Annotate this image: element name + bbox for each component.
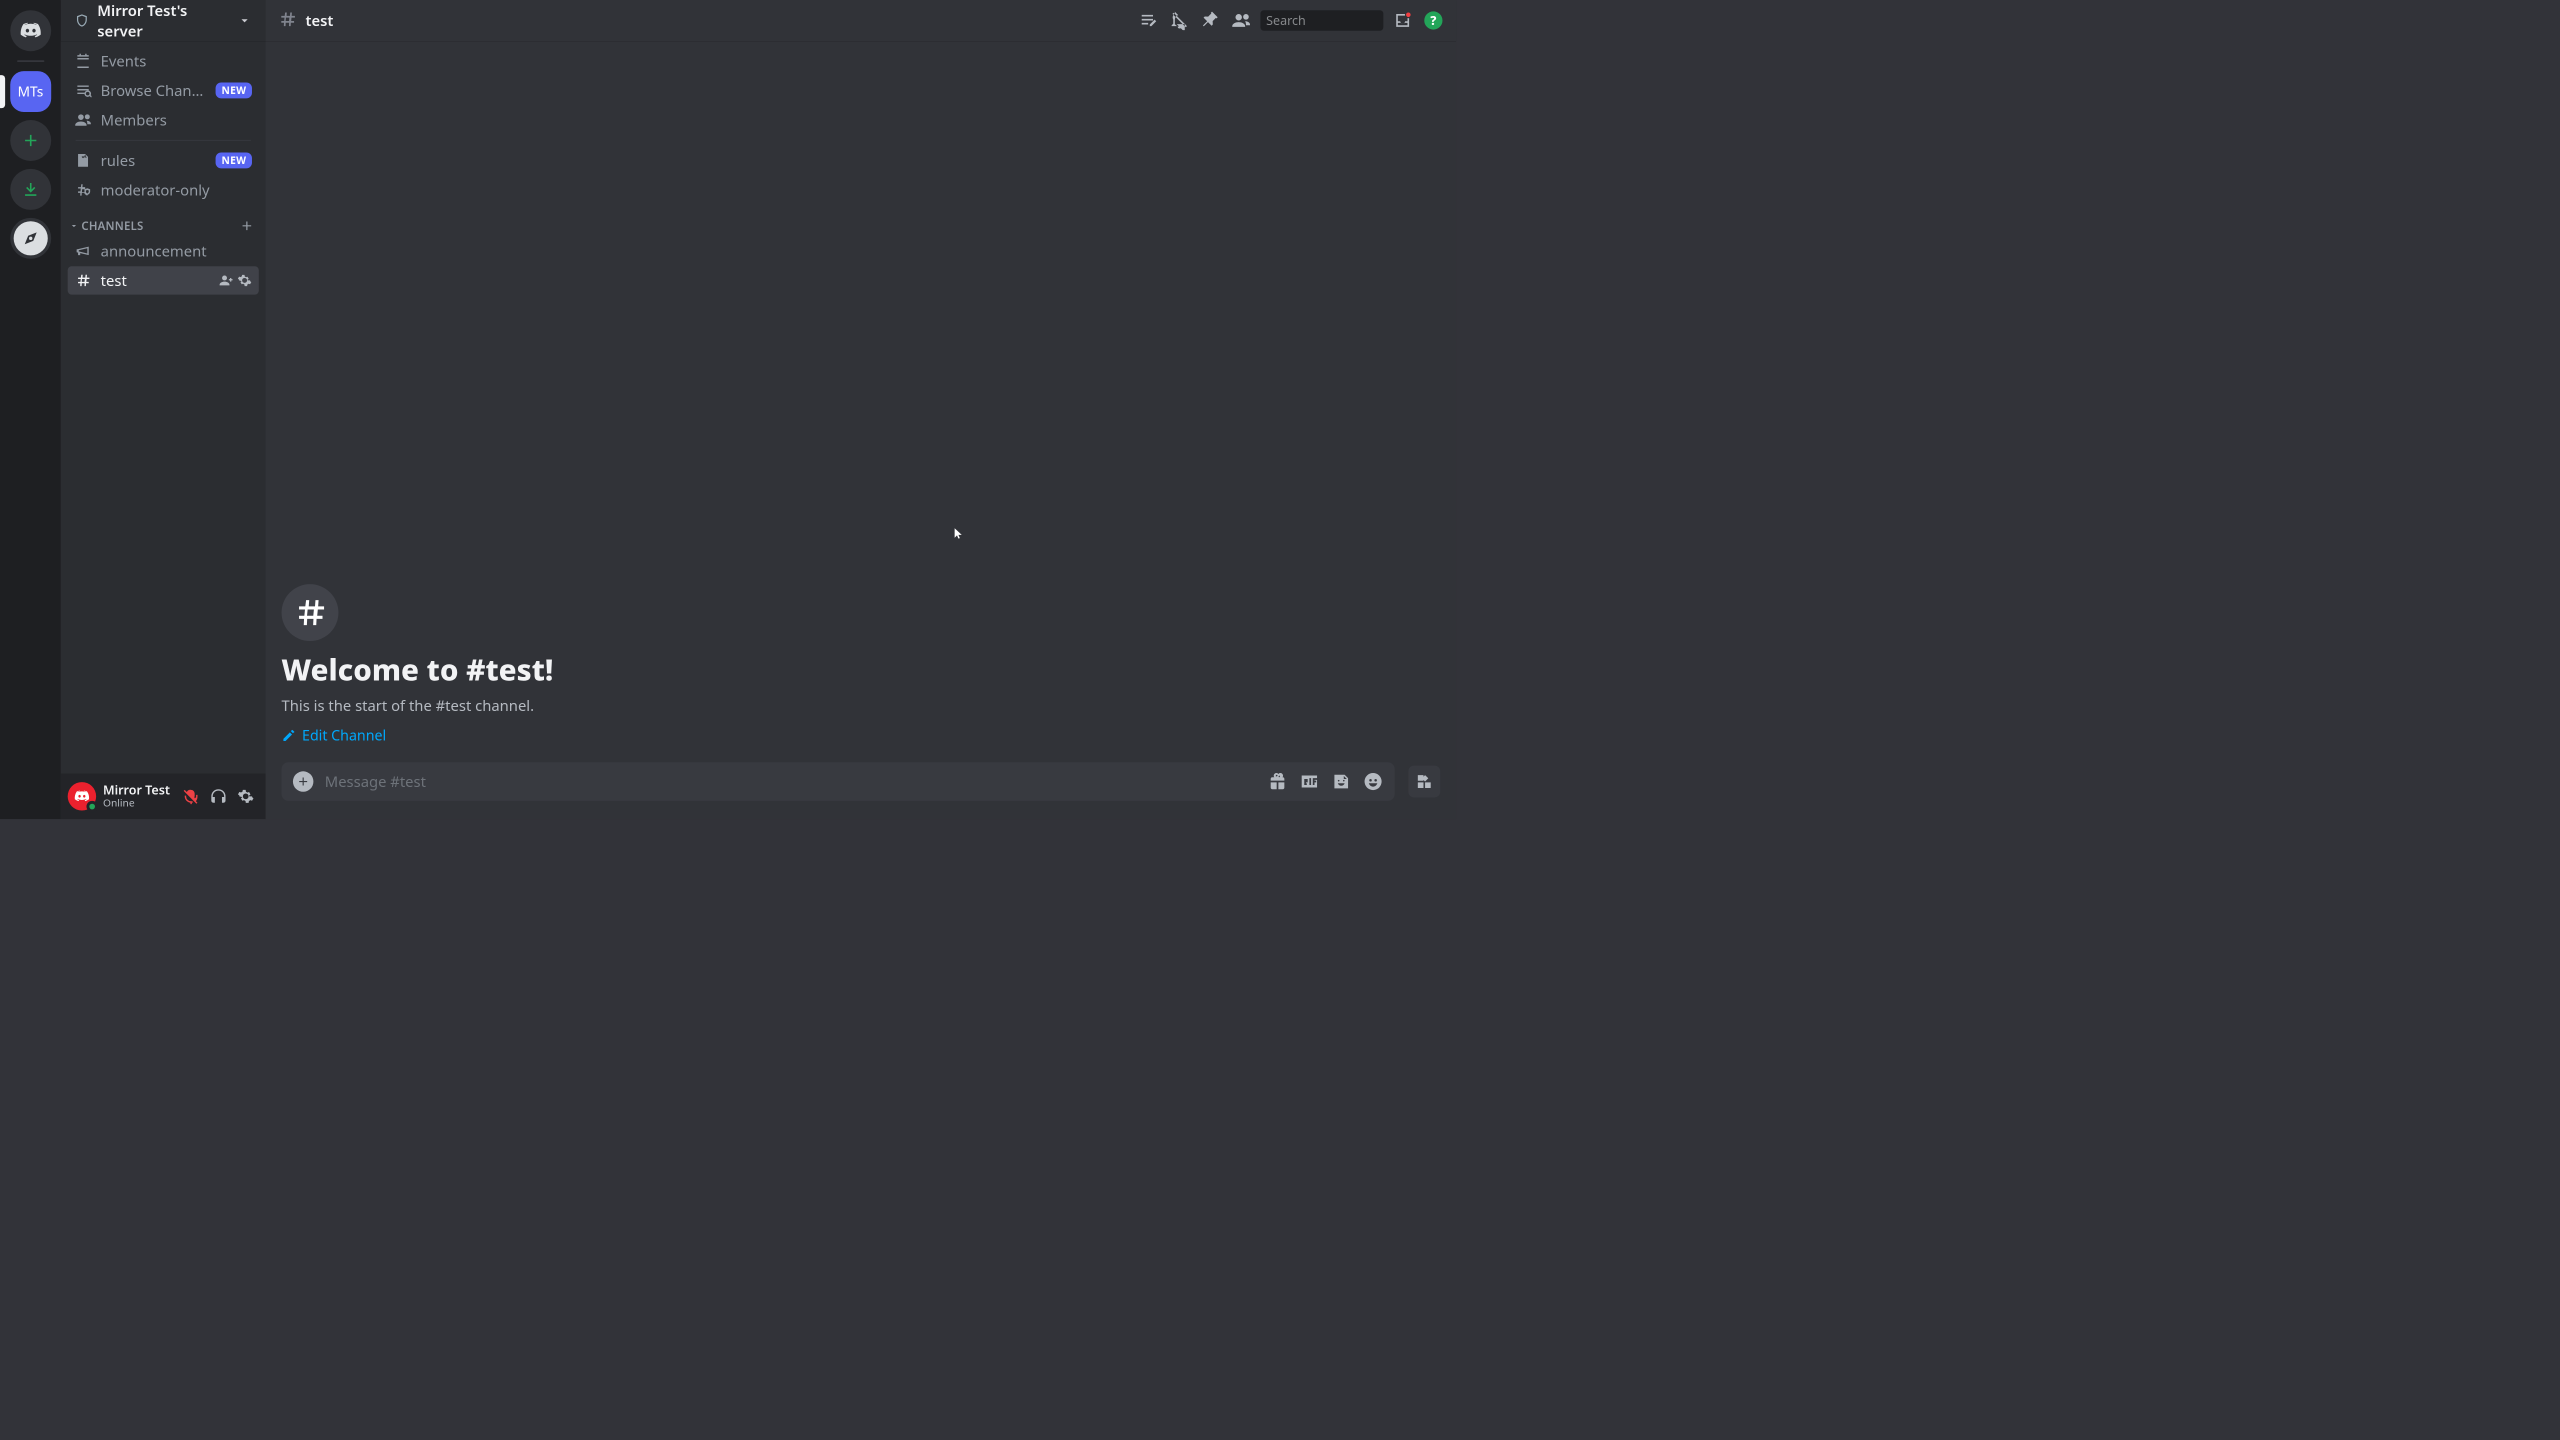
help-button[interactable]: ? [1422, 9, 1445, 32]
user-info[interactable]: Mirror Test Online [103, 783, 171, 809]
user-status: Online [103, 798, 171, 810]
notifications-button[interactable] [1168, 9, 1191, 32]
message-composer[interactable] [282, 762, 1395, 801]
deafen-button[interactable] [205, 783, 231, 809]
sidebar-item-label: Events [101, 51, 252, 71]
new-badge: NEW [216, 82, 252, 98]
channel-title: test [305, 10, 333, 30]
search-box[interactable] [1260, 10, 1383, 30]
user-name: Mirror Test [103, 783, 171, 797]
channel-label: announcement [101, 241, 252, 261]
compass-icon [10, 218, 51, 259]
discord-icon [18, 19, 42, 43]
status-indicator-online [86, 801, 97, 812]
hash-shield-icon [75, 181, 92, 198]
sidebar-item-browse-channels[interactable]: Browse Channels NEW [68, 76, 259, 104]
user-panel: Mirror Test Online [61, 774, 266, 820]
apps-button[interactable] [1408, 766, 1440, 798]
invite-icon[interactable] [219, 273, 234, 288]
pinned-button[interactable] [1199, 9, 1222, 32]
gif-icon[interactable] [1299, 771, 1319, 791]
channel-rules[interactable]: rules NEW [68, 146, 259, 174]
guild-separator [17, 60, 44, 62]
edit-channel-link[interactable]: Edit Channel [282, 726, 387, 745]
welcome-subtitle: This is the start of the #test channel. [282, 695, 1441, 715]
sidebar-item-label: Browse Channels [101, 80, 207, 100]
help-icon: ? [1424, 11, 1442, 29]
threads-icon [1139, 11, 1158, 30]
download-apps-button[interactable] [10, 169, 51, 210]
chat-header: test ? [266, 0, 1456, 41]
server-name: Mirror Test's server [97, 0, 229, 41]
new-badge: NEW [216, 152, 252, 168]
server-header[interactable]: Mirror Test's server [61, 0, 266, 41]
channel-label: rules [101, 150, 207, 170]
channel-list: Events Browse Channels NEW Members rules… [61, 41, 266, 774]
rules-icon [75, 152, 92, 169]
user-settings-button[interactable] [233, 783, 259, 809]
user-avatar[interactable] [68, 782, 96, 810]
chevron-down-icon [237, 13, 252, 28]
mic-muted-icon [183, 788, 200, 805]
inbox-button[interactable] [1391, 9, 1414, 32]
discover-button[interactable] [10, 218, 51, 259]
members-icon [1231, 11, 1250, 30]
channel-label: moderator-only [101, 180, 252, 200]
plus-icon [21, 131, 40, 150]
sidebar-item-members[interactable]: Members [68, 106, 259, 134]
channel-moderator-only[interactable]: moderator-only [68, 176, 259, 204]
category-label: CHANNELS [81, 218, 143, 233]
chat-area: test ? Welcome to #test! This is the sta… [266, 0, 1456, 819]
bell-muted-icon [1170, 11, 1189, 30]
megaphone-icon [75, 242, 92, 259]
browse-icon [75, 82, 92, 99]
message-input[interactable] [325, 771, 1256, 791]
add-server-button[interactable] [10, 120, 51, 161]
attach-button[interactable] [293, 771, 313, 791]
member-list-button[interactable] [1230, 9, 1253, 32]
pin-icon [1201, 11, 1220, 30]
pencil-icon [282, 728, 297, 743]
sidebar-item-label: Members [101, 110, 252, 130]
plus-icon [296, 775, 310, 789]
edit-channel-label: Edit Channel [302, 726, 386, 745]
guilds-bar: MTs [0, 0, 61, 819]
welcome-hash-icon [282, 584, 339, 641]
channel-announcement[interactable]: announcement [68, 237, 259, 265]
create-channel-icon[interactable] [239, 218, 254, 233]
apps-icon [1415, 772, 1434, 791]
hash-icon [277, 9, 297, 32]
mute-button[interactable] [178, 783, 204, 809]
chevron-down-icon [69, 220, 79, 230]
category-channels[interactable]: CHANNELS [68, 205, 259, 235]
emoji-icon[interactable] [1363, 771, 1383, 791]
home-button[interactable] [10, 10, 51, 51]
message-area: Welcome to #test! This is the start of t… [266, 41, 1456, 762]
gear-icon [237, 788, 254, 805]
sidebar-item-events[interactable]: Events [68, 47, 259, 75]
members-icon [75, 111, 92, 128]
channel-label: test [101, 270, 210, 290]
welcome-block: Welcome to #test! This is the start of t… [282, 584, 1441, 751]
download-icon [21, 180, 40, 199]
server-mirror-tests[interactable]: MTs [10, 71, 51, 112]
composer-row [266, 762, 1456, 819]
notification-dot [1405, 11, 1412, 18]
threads-button[interactable] [1138, 9, 1161, 32]
gear-icon[interactable] [237, 273, 252, 288]
hash-icon [75, 272, 92, 289]
gift-icon[interactable] [1267, 771, 1287, 791]
calendar-icon [75, 52, 92, 69]
sidebar-divider [76, 140, 251, 141]
community-badge-icon [75, 13, 90, 28]
cursor-icon [953, 527, 964, 538]
welcome-title: Welcome to #test! [282, 649, 1441, 689]
channel-test[interactable]: test [68, 266, 259, 294]
sticker-icon[interactable] [1331, 771, 1351, 791]
headphones-icon [210, 788, 227, 805]
channel-sidebar: Mirror Test's server Events Browse Chann… [61, 0, 266, 819]
